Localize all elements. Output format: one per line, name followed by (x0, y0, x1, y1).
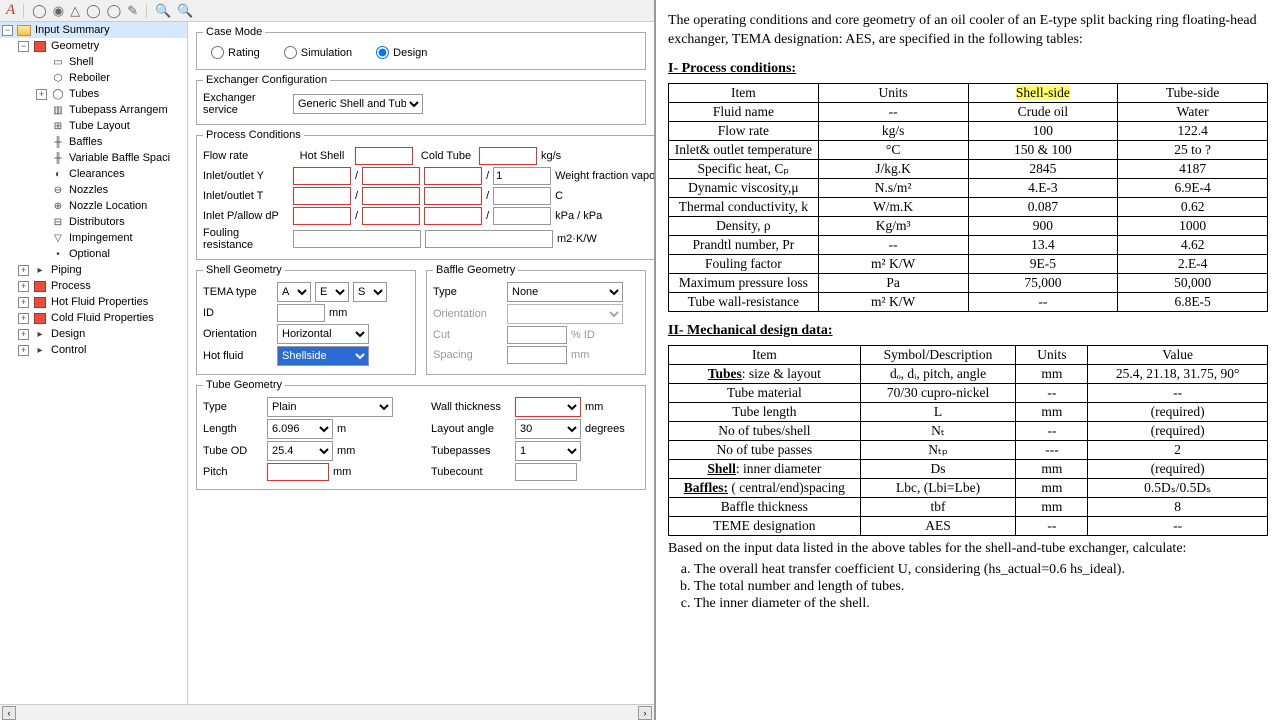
tree-item-nozzle-location[interactable]: ⊕Nozzle Location (0, 198, 187, 214)
tool-circle-2-icon[interactable]: ◉ (53, 3, 64, 19)
layout-angle-select[interactable]: 30 (515, 419, 581, 439)
tema-a-select[interactable]: A (277, 282, 311, 302)
shell-id-input[interactable] (277, 304, 325, 322)
tree-root-label: Input Summary (35, 24, 110, 36)
collapse-icon[interactable]: − (18, 41, 29, 52)
tree-item-nozzles[interactable]: ⊖Nozzles (0, 182, 187, 198)
y-hot-in[interactable] (293, 167, 351, 185)
tree-item-tube-layout[interactable]: ⊞Tube Layout (0, 118, 187, 134)
tree-item-tubes[interactable]: +◯Tubes (0, 86, 187, 102)
tree-item-shell[interactable]: ▭Shell (0, 54, 187, 70)
tool-circle-3-icon[interactable]: ◯ (86, 3, 101, 19)
tree-item-cold-fluid-properties[interactable]: +Cold Fluid Properties (0, 310, 187, 326)
p-hot-in[interactable] (293, 207, 351, 225)
tree-geometry[interactable]: − Geometry (0, 38, 187, 54)
tool-text-icon[interactable]: A (6, 2, 15, 19)
app-left-pane: A ◯ ◉ △ ◯ ◯ ✎ 🔍 🔍 − Input Summary − Geom… (0, 0, 656, 720)
scroll-left-icon[interactable]: ‹ (2, 706, 16, 720)
doc-prompt: Based on the input data listed in the ab… (668, 540, 1268, 559)
exchanger-config-group: Exchanger Configuration Exchanger servic… (196, 74, 646, 125)
zoom-out-icon[interactable]: 🔍 (177, 3, 193, 19)
t-hot-in[interactable] (293, 187, 351, 205)
collapse-icon[interactable]: − (2, 25, 13, 36)
tool-circle-4-icon[interactable]: ◯ (107, 3, 122, 19)
y-cold-out[interactable] (493, 167, 551, 185)
scroll-right-icon[interactable]: › (638, 706, 652, 720)
tree-item-clearances[interactable]: ◐Clearances (0, 166, 187, 182)
t-cold-out[interactable] (493, 187, 551, 205)
p-cold-dp[interactable] (493, 207, 551, 225)
radio-simulation[interactable]: Simulation (284, 46, 352, 59)
tree-item-optional[interactable]: •Optional (0, 246, 187, 262)
form-pane: Case Mode Rating Simulation Design Excha… (188, 22, 654, 704)
hot-fluid-select[interactable]: Shellside (277, 346, 369, 366)
exchanger-service-select[interactable]: Generic Shell and Tube (293, 94, 423, 114)
tema-e-select[interactable]: E (315, 282, 349, 302)
flow-cold-input[interactable] (479, 147, 537, 165)
tree-root[interactable]: − Input Summary (0, 22, 187, 38)
zoom-in-icon[interactable]: 🔍 (155, 3, 171, 19)
tool-pencil-icon[interactable]: ✎ (127, 3, 138, 19)
t-cold-in[interactable] (424, 187, 482, 205)
tree-pane: − Input Summary − Geometry ▭Shell⬡Reboil… (0, 22, 188, 704)
p-hot-dp[interactable] (362, 207, 420, 225)
t-hot-out[interactable] (362, 187, 420, 205)
tool-circle-1-icon[interactable]: ◯ (32, 3, 47, 19)
tree-item-hot-fluid-properties[interactable]: +Hot Fluid Properties (0, 294, 187, 310)
tree-item-tubepass-arrangem[interactable]: ▥Tubepass Arrangem (0, 102, 187, 118)
p-cold-in[interactable] (424, 207, 482, 225)
tool-triangle-icon[interactable]: △ (70, 3, 80, 19)
tema-s-select[interactable]: S (353, 282, 387, 302)
tube-od-select[interactable]: 25.4 (267, 441, 333, 461)
doc-intro: The operating conditions and core geomet… (668, 12, 1268, 50)
process-conditions-table: ItemUnitsShell-sideTube-side Fluid name-… (668, 83, 1268, 312)
radio-rating[interactable]: Rating (211, 46, 260, 59)
tubepasses-select[interactable]: 1 (515, 441, 581, 461)
horizontal-scrollbar[interactable]: ‹ › (0, 704, 654, 720)
tree-item-baffles[interactable]: ╫Baffles (0, 134, 187, 150)
flow-hot-input[interactable] (355, 147, 413, 165)
tube-pitch-input[interactable] (267, 463, 329, 481)
tree-item-distributors[interactable]: ⊟Distributors (0, 214, 187, 230)
shell-geometry-group: Shell Geometry TEMA type A E S IDmm Orie… (196, 264, 416, 375)
orientation-select[interactable]: Horizontal (277, 324, 369, 344)
tube-geometry-group: Tube Geometry TypePlain Length6.096m Tub… (196, 379, 646, 490)
fouling-hot[interactable] (293, 230, 421, 248)
fouling-cold[interactable] (425, 230, 553, 248)
questions-list: The overall heat transfer coefficient U,… (694, 562, 1268, 612)
baffle-type-select[interactable]: None (507, 282, 623, 302)
tube-length-select[interactable]: 6.096 (267, 419, 333, 439)
baffle-spacing-input (507, 346, 567, 364)
tree-item-reboiler[interactable]: ⬡Reboiler (0, 70, 187, 86)
tree-item-variable-baffle-spaci[interactable]: ╫Variable Baffle Spaci (0, 150, 187, 166)
tree-item-impingement[interactable]: ▽Impingement (0, 230, 187, 246)
tree-item-piping[interactable]: +▸Piping (0, 262, 187, 278)
tree-item-design[interactable]: +▸Design (0, 326, 187, 342)
baffle-cut-input (507, 326, 567, 344)
tube-type-select[interactable]: Plain (267, 397, 393, 417)
wall-thickness-select[interactable] (515, 397, 581, 417)
y-cold-in[interactable] (424, 167, 482, 185)
radio-design[interactable]: Design (376, 46, 427, 59)
document-pane: The operating conditions and core geomet… (656, 0, 1280, 720)
section-1-head: I- Process conditions: (668, 60, 1268, 79)
process-conditions-group: Process Conditions Flow rate Hot Shell C… (196, 129, 654, 260)
mechanical-design-table: ItemSymbol/DescriptionUnitsValue Tubes: … (668, 345, 1268, 536)
baffle-geometry-group: Baffle Geometry TypeNone Orientation Cut… (426, 264, 646, 375)
tubecount-input[interactable] (515, 463, 577, 481)
tree-item-process[interactable]: +Process (0, 278, 187, 294)
y-hot-out[interactable] (362, 167, 420, 185)
baffle-orient-select (507, 304, 623, 324)
tree-item-control[interactable]: +▸Control (0, 342, 187, 358)
section-2-head: II- Mechanical design data: (668, 322, 1268, 341)
toolbar: A ◯ ◉ △ ◯ ◯ ✎ 🔍 🔍 (0, 0, 654, 22)
case-mode-group: Case Mode Rating Simulation Design (196, 26, 646, 70)
